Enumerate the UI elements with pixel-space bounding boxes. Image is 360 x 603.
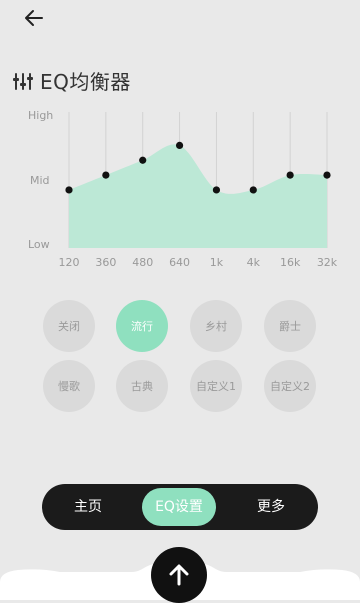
equalizer-icon [13,72,33,90]
eq-point-1k[interactable] [212,186,221,194]
preset-country[interactable]: 乡村 [190,300,242,352]
x-tick-label: 120 [59,256,80,269]
scroll-up-button[interactable] [151,547,207,603]
nav-eq-settings[interactable]: EQ设置 [142,488,216,526]
preset-label: 关闭 [58,320,80,333]
preset-label: 爵士 [279,320,301,333]
y-tick-mid: Mid [30,174,50,187]
preset-classical[interactable]: 古典 [116,360,168,412]
preset-label: 流行 [131,320,153,333]
preset-slow[interactable]: 慢歌 [43,360,95,412]
eq-point-480[interactable] [139,156,147,164]
eq-point-32k[interactable] [323,171,331,179]
eq-point-120[interactable] [65,186,73,194]
preset-label: 慢歌 [58,380,80,393]
nav-more[interactable]: 更多 [232,488,310,526]
page-header: EQ均衡器 [12,66,131,95]
nav-home[interactable]: 主页 [50,488,126,526]
y-tick-high: High [28,109,53,122]
arrow-left-icon [25,10,43,26]
y-tick-low: Low [28,238,50,251]
eq-point-360[interactable] [102,171,110,179]
preset-label: 自定义2 [270,380,310,393]
preset-label: 乡村 [205,320,227,333]
preset-pop[interactable]: 流行 [116,300,168,352]
preset-jazz[interactable]: 爵士 [264,300,316,352]
x-tick-label: 32k [317,256,338,269]
back-button[interactable] [22,6,46,30]
x-tick-label: 16k [280,256,301,269]
x-tick-label: 360 [95,256,116,269]
preset-label: 自定义1 [196,380,236,393]
preset-custom1[interactable]: 自定义1 [190,360,242,412]
preset-label: 古典 [131,380,153,393]
eq-point-640[interactable] [175,141,184,149]
x-tick-label: 1k [210,256,224,269]
bottom-nav: 主页 EQ设置 更多 [42,484,318,530]
arrow-up-icon [169,564,189,586]
x-tick-label: 4k [247,256,261,269]
x-axis-labels: 120 360 480 640 1k 4k 16k 32k [59,256,338,269]
page-title: EQ均衡器 [40,70,131,94]
preset-custom2[interactable]: 自定义2 [264,360,316,412]
eq-chart[interactable]: High Mid Low 120 360 480 640 1k 4k 16k 32k [0,100,360,280]
eq-point-16k[interactable] [286,171,294,179]
preset-off[interactable]: 关闭 [43,300,95,352]
eq-curve-area [69,144,327,248]
x-tick-label: 640 [169,256,190,269]
x-tick-label: 480 [132,256,153,269]
eq-point-4k[interactable] [249,186,257,194]
